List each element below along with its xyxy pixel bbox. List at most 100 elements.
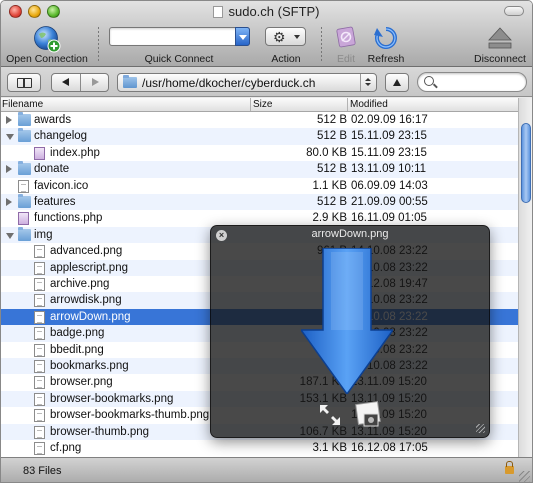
quick-connect-input[interactable] (109, 27, 250, 46)
file-count: 83 Files (23, 465, 62, 477)
disconnect-button[interactable]: Disconnect (471, 23, 529, 67)
column-divider[interactable] (250, 98, 251, 111)
file-icon (34, 392, 45, 406)
file-name: index.php (50, 146, 100, 159)
file-name: awards (34, 114, 72, 126)
current-path: /usr/home/dkocher/cyberduck.ch (142, 76, 316, 90)
book-icon (17, 78, 32, 88)
column-header: Filename Size Modified (1, 98, 518, 112)
file-icon (34, 442, 45, 455)
disclosure-closed-icon[interactable] (6, 165, 12, 174)
globe-plus-icon (34, 26, 61, 53)
action-popup-button[interactable]: ⚙ (265, 27, 306, 46)
file-icon (34, 294, 45, 308)
disclosure-closed-icon[interactable] (6, 198, 12, 206)
file-name: donate (34, 163, 70, 176)
title-bar[interactable]: sudo.ch (SFTP) (1, 1, 532, 23)
back-arrow-icon (62, 78, 69, 86)
file-icon (34, 245, 45, 259)
path-popup[interactable]: /usr/home/dkocher/cyberduck.ch (117, 73, 377, 92)
file-size: 512 B (316, 163, 347, 176)
folder-icon (18, 128, 31, 143)
quick-look-title: arrowDown.png (311, 228, 389, 240)
file-icon (34, 343, 45, 357)
file-row[interactable]: awards 512 B 02.09.09 16:17 (1, 112, 518, 128)
column-modified[interactable]: Modified (350, 99, 388, 110)
disclosure-open-icon[interactable] (6, 134, 14, 141)
parent-directory-button[interactable] (385, 73, 409, 92)
folder-icon (18, 161, 31, 176)
fullscreen-icon[interactable] (317, 402, 343, 428)
file-name: advanced.png (50, 245, 123, 258)
file-size: 3.1 KB (312, 442, 347, 454)
forward-button[interactable] (81, 74, 108, 91)
column-filename[interactable]: Filename (2, 99, 43, 110)
eject-icon (488, 27, 512, 49)
file-row[interactable]: donate 512 B 13.11.09 10:11 (1, 161, 518, 178)
toolbar: Open Connection Quick Connect ⚙ Action E… (1, 23, 532, 67)
file-name: browser-bookmarks-thumb.png (50, 409, 210, 422)
toolbar-toggle-button[interactable] (504, 6, 524, 16)
action-menu[interactable]: ⚙ Action (263, 23, 309, 67)
file-name: applescript.png (50, 261, 128, 274)
scrollbar-thumb[interactable] (521, 123, 531, 203)
edit-button[interactable]: Edit (331, 23, 361, 67)
file-row[interactable]: index.php 80.0 KB 15.11.09 23:15 (1, 145, 518, 161)
search-field[interactable] (417, 72, 527, 92)
file-row[interactable]: cf.png 3.1 KB 16.12.08 17:05 (1, 440, 518, 456)
add-to-iphoto-icon[interactable] (355, 400, 383, 430)
file-icon (34, 278, 45, 291)
status-bar: 83 Files (1, 457, 532, 482)
file-size: 80.0 KB (306, 146, 347, 159)
refresh-label: Refresh (367, 53, 405, 65)
folder-icon (123, 75, 137, 88)
folder-icon (18, 194, 31, 208)
refresh-button[interactable]: Refresh (363, 23, 409, 67)
lock-icon[interactable] (505, 461, 514, 474)
disconnect-label: Disconnect (474, 53, 526, 65)
quick-look-resize-grip[interactable] (476, 424, 485, 433)
file-icon (34, 376, 45, 390)
file-name: img (34, 228, 53, 241)
file-modified: 15.11.09 23:15 (351, 130, 427, 143)
file-name: cf.png (50, 442, 82, 454)
disclosure-closed-icon[interactable] (6, 116, 12, 124)
bookmarks-toggle-button[interactable] (7, 73, 41, 92)
chevron-down-icon (294, 35, 300, 39)
file-size: 512 B (316, 196, 347, 208)
gear-icon: ⚙ (273, 29, 286, 45)
file-size: 512 B (316, 130, 347, 143)
file-row[interactable]: changelog 512 B 15.11.09 23:15 (1, 128, 518, 145)
column-size[interactable]: Size (253, 99, 272, 110)
file-name: arrowdisk.png (50, 294, 122, 307)
file-modified: 21.09.09 00:55 (351, 196, 428, 208)
text-editor-icon (336, 26, 356, 48)
file-row[interactable]: favicon.ico 1.1 KB 06.09.09 14:03 (1, 178, 518, 194)
file-icon (34, 360, 45, 373)
file-name: browser-thumb.png (50, 425, 150, 438)
quick-connect-dropdown-button[interactable] (235, 27, 250, 46)
edit-label: Edit (336, 53, 356, 65)
column-divider[interactable] (347, 98, 348, 111)
vertical-scrollbar[interactable] (518, 98, 532, 457)
toolbar-separator (98, 27, 99, 63)
folder-icon (18, 226, 31, 241)
file-name: functions.php (34, 212, 103, 225)
resize-grip[interactable] (519, 471, 530, 482)
open-connection-button[interactable]: Open Connection (1, 23, 93, 67)
search-icon (424, 76, 434, 86)
quick-look-panel[interactable]: × arrowDown.png (210, 225, 490, 438)
file-icon (34, 425, 45, 439)
file-name: features (34, 196, 76, 208)
file-icon (18, 179, 29, 193)
file-size: 512 B (316, 114, 347, 126)
disclosure-open-icon[interactable] (6, 232, 14, 239)
file-icon (34, 327, 45, 341)
file-name: changelog (34, 130, 88, 143)
window-title: sudo.ch (SFTP) (228, 4, 320, 19)
toolbar-separator (321, 27, 322, 63)
file-name: arrowDown.png (50, 310, 131, 323)
file-name: favicon.ico (34, 179, 89, 192)
back-button[interactable] (52, 74, 81, 91)
file-row[interactable]: features 512 B 21.09.09 00:55 (1, 194, 518, 211)
